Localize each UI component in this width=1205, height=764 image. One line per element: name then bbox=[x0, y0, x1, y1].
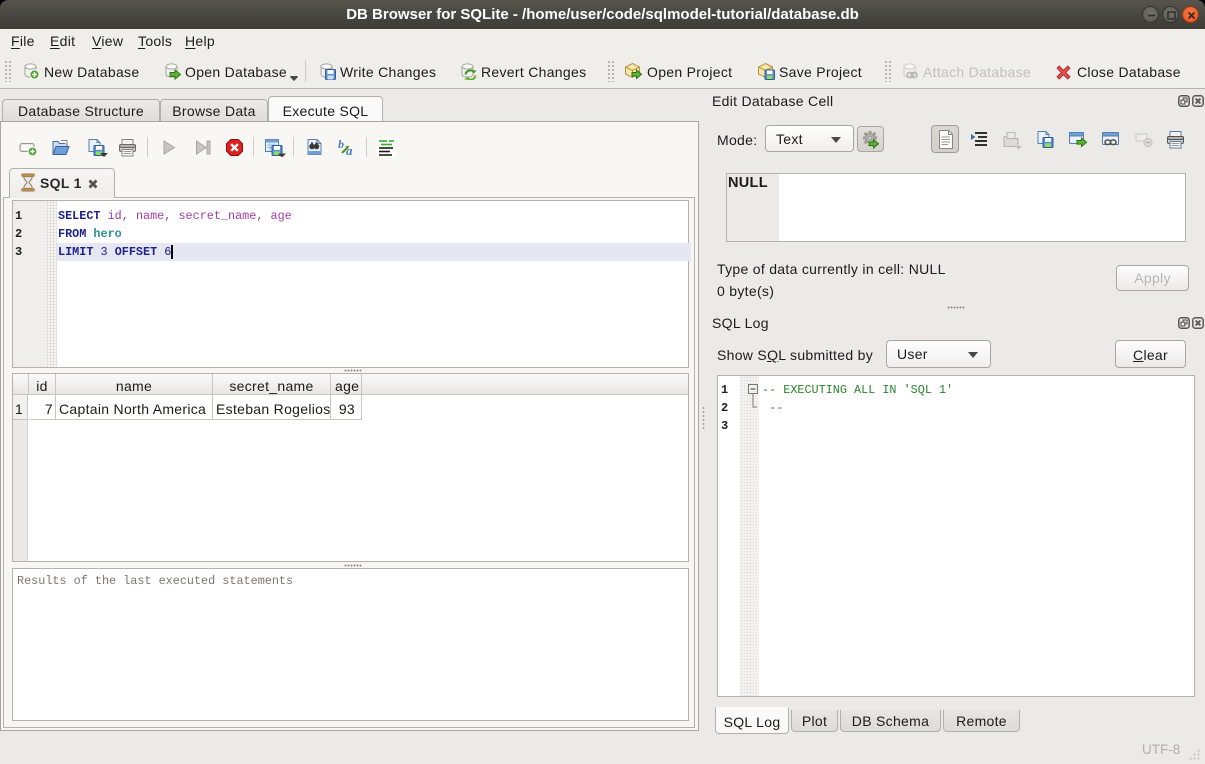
svg-text:a: a bbox=[346, 143, 353, 158]
svg-text:b: b bbox=[338, 138, 344, 151]
